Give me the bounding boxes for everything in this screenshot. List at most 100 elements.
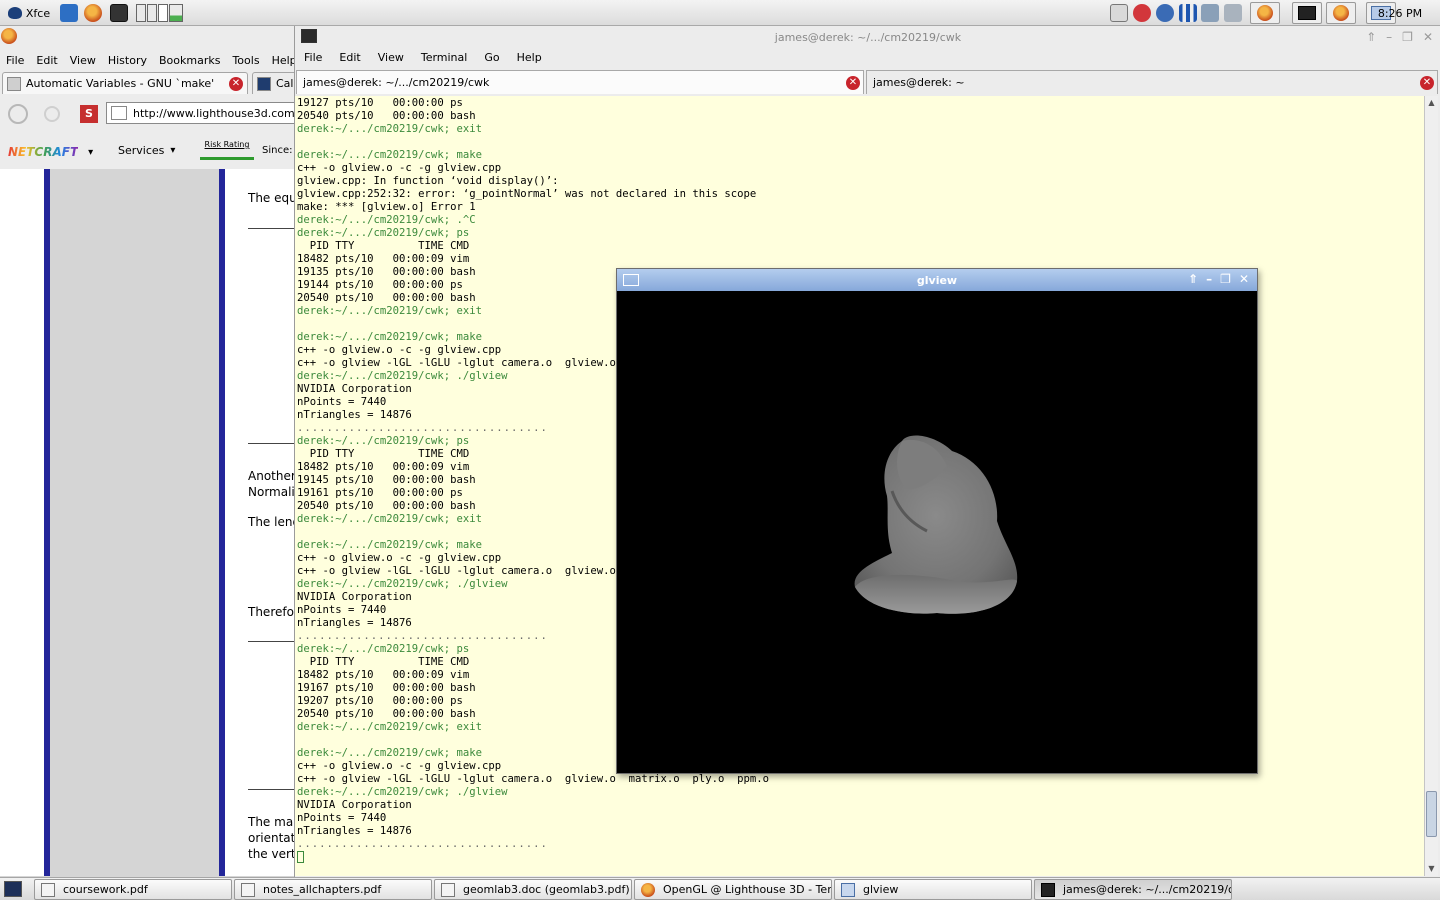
terminal-output-line: .................................. <box>297 838 548 850</box>
terminal-output-line: c++ -o glview.o -c -g glview.cpp <box>297 162 502 174</box>
term-tab-cwk[interactable]: james@derek: ~/.../cm20219/cwk ✕ <box>296 70 864 94</box>
terminal-output-line: PID TTY TIME CMD <box>297 240 470 252</box>
term-tab-title: james@derek: ~ <box>873 76 965 89</box>
close-icon[interactable]: ✕ <box>1423 30 1433 44</box>
services-dropdown[interactable]: Services ▾ <box>118 144 175 157</box>
tray-firefox2-button[interactable] <box>1326 2 1356 24</box>
minimize-icon[interactable]: – <box>1386 30 1392 44</box>
page-gray-column <box>50 169 220 876</box>
terminal-launcher-icon[interactable] <box>110 4 128 22</box>
netcraft-logo-text: NETCRAFT <box>8 145 79 159</box>
site-identity-icon[interactable] <box>111 106 127 120</box>
term-menu-terminal[interactable]: Terminal <box>412 48 476 68</box>
terminal-icon <box>1041 882 1055 897</box>
signal-strength-icon[interactable] <box>1179 4 1197 22</box>
page-text: Therefor <box>248 605 299 619</box>
term-menu-go[interactable]: Go <box>475 48 507 68</box>
terminal-output-line: c++ -o glview -lGL -lGLU -lglut camera.o… <box>297 773 769 785</box>
workspace-1[interactable] <box>135 4 146 22</box>
globe-icon[interactable] <box>1156 4 1174 22</box>
mail-icon[interactable] <box>1110 4 1128 22</box>
tray-terminal-button[interactable] <box>1292 2 1322 24</box>
shade-up-icon[interactable]: ⇑ <box>1188 272 1198 286</box>
risk-rating-meter[interactable]: Risk Rating <box>200 140 254 160</box>
scroll-down-icon[interactable]: ▼ <box>1426 864 1437 873</box>
volume-icon[interactable] <box>1224 4 1242 22</box>
task-geomlab3[interactable]: geomlab3.doc (geomlab3.pdf) <box>434 879 632 900</box>
term-menu-edit[interactable]: Edit <box>330 48 368 68</box>
task-coursework[interactable]: coursework.pdf <box>34 879 232 900</box>
minimize-icon[interactable]: – <box>1206 272 1212 286</box>
glview-window-menu-icon[interactable] <box>623 274 639 286</box>
ff-tab-title: Automatic Variables - GNU `make' <box>26 77 215 90</box>
terminal-window-title: james@derek: ~/.../cm20219/cwk <box>774 30 962 44</box>
xfce-menu-button[interactable]: Xfce <box>4 3 54 23</box>
firefox-window-icon[interactable] <box>1 28 17 44</box>
ff-tab-automatic-variables[interactable]: Automatic Variables - GNU `make' ✕ <box>2 72 248 94</box>
firefox-page-content: The equ Another Normalis The leng Theref… <box>0 169 303 876</box>
maximize-icon[interactable]: ❐ <box>1220 272 1231 286</box>
term-tab-title: james@derek: ~/.../cm20219/cwk <box>303 76 490 89</box>
cpu-graph-icon <box>168 4 183 22</box>
stumbleupon-icon[interactable]: S <box>80 105 98 123</box>
terminal-prompt-line: derek:~/.../cm20219/cwk; .^C <box>297 214 476 226</box>
network-icon[interactable] <box>1201 4 1219 22</box>
back-arrow-icon[interactable] <box>8 104 28 124</box>
lifesaver-icon[interactable] <box>1133 4 1151 22</box>
netcraft-logo[interactable]: NETCRAFT ▾ <box>8 142 93 162</box>
shade-up-icon[interactable]: ⇑ <box>1366 30 1376 44</box>
url-bar[interactable]: http://www.lighthouse3d.com/ <box>106 102 306 124</box>
glview-title: glview <box>916 273 958 287</box>
task-label: notes_allchapters.pdf <box>263 883 382 896</box>
gnu-favicon-icon <box>7 76 21 91</box>
show-desktop-icon[interactable] <box>4 881 22 897</box>
ff-menu-bookmarks[interactable]: Bookmarks <box>153 50 226 70</box>
ff-menu-edit[interactable]: Edit <box>30 50 63 70</box>
terminal-titlebar[interactable]: james@derek: ~/.../cm20219/cwk ⇑ – ❐ ✕ <box>295 26 1440 48</box>
terminal-prompt-line: derek:~/.../cm20219/cwk; ps <box>297 227 470 239</box>
firefox-icon <box>1333 5 1349 21</box>
terminal-output-line: nTriangles = 14876 <box>297 825 412 837</box>
download-launcher-icon[interactable] <box>60 4 78 22</box>
clock[interactable]: 8:26 PM <box>1370 3 1430 23</box>
terminal-window-menu-icon[interactable] <box>301 29 317 43</box>
ff-menu-file[interactable]: File <box>0 50 30 70</box>
close-icon[interactable]: ✕ <box>1239 272 1249 286</box>
task-terminal[interactable]: james@derek: ~/.../cm20219/cwk <box>1034 879 1232 900</box>
workspace-2[interactable] <box>146 4 157 22</box>
close-tab-icon[interactable]: ✕ <box>1420 75 1434 90</box>
term-tab-home[interactable]: james@derek: ~ ✕ <box>866 70 1438 94</box>
ff-menu-tools[interactable]: Tools <box>226 50 265 70</box>
scrollbar-thumb[interactable] <box>1426 791 1437 837</box>
firefox-launcher-icon[interactable] <box>84 4 102 22</box>
xfce-mouse-icon <box>7 7 22 19</box>
forward-arrow-icon[interactable] <box>44 106 60 122</box>
close-tab-icon[interactable]: ✕ <box>846 75 860 90</box>
firefox-window: File Edit View History Bookmarks Tools H… <box>0 26 312 876</box>
page-divider <box>248 641 296 642</box>
page-divider <box>248 443 296 444</box>
terminal-scrollbar[interactable]: ▲ ▼ <box>1424 96 1438 876</box>
url-text[interactable]: http://www.lighthouse3d.com/ <box>133 107 298 120</box>
term-menu-view[interactable]: View <box>369 48 412 68</box>
task-opengl-lighthouse[interactable]: OpenGL @ Lighthouse 3D - Terrai... <box>634 879 832 900</box>
maximize-icon[interactable]: ❐ <box>1402 30 1413 44</box>
term-menu-help[interactable]: Help <box>508 48 550 68</box>
task-glview[interactable]: glview <box>834 879 1032 900</box>
scroll-up-icon[interactable]: ▲ <box>1426 98 1437 107</box>
rendered-model <box>854 435 1018 614</box>
terminal-prompt-line: derek:~/.../cm20219/cwk; exit <box>297 123 482 135</box>
close-tab-icon[interactable]: ✕ <box>229 76 243 91</box>
terminal-output-line: 18482 pts/10 00:00:09 vim <box>297 253 470 265</box>
workspace-3[interactable] <box>157 4 168 22</box>
ff-menu-history[interactable]: History <box>102 50 153 70</box>
gl-render-canvas[interactable] <box>617 291 1257 773</box>
ff-menu-view[interactable]: View <box>64 50 102 70</box>
tray-firefox-button[interactable] <box>1250 2 1280 24</box>
chevron-down-icon[interactable]: ▾ <box>88 147 93 158</box>
task-notes[interactable]: notes_allchapters.pdf <box>234 879 432 900</box>
term-menu-file[interactable]: File <box>295 48 330 68</box>
workspace-pager[interactable] <box>134 3 184 23</box>
glview-titlebar[interactable]: glview ⇑ – ❐ ✕ <box>617 269 1257 291</box>
firefox-icon <box>1257 5 1273 21</box>
